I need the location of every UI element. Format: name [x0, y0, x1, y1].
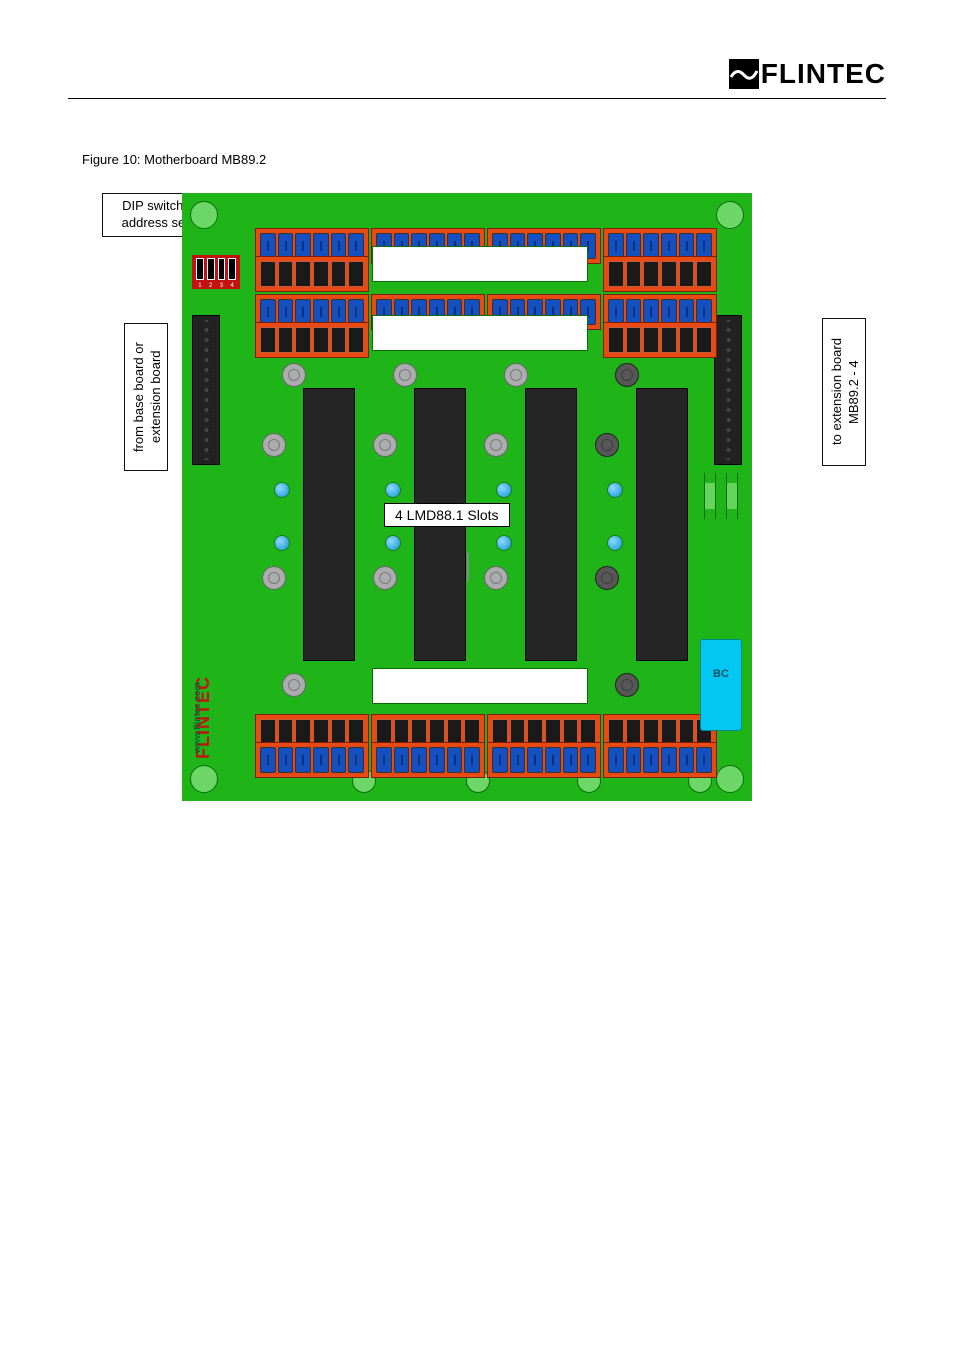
standoff	[484, 433, 508, 457]
mount-hole	[190, 765, 218, 793]
lmd-slot	[636, 388, 688, 661]
callout-from-base: from base board or extension board	[124, 323, 168, 471]
standoff	[615, 673, 639, 697]
resistor-icon	[704, 473, 716, 519]
blank-plate	[372, 315, 588, 351]
terminal-group	[255, 322, 369, 358]
mount-hole	[190, 201, 218, 229]
mount-hole	[716, 201, 744, 229]
callout-to-extension: to extension board MB89.2 - 4	[822, 318, 866, 466]
terminal-group	[255, 256, 369, 292]
dip-toggle	[196, 258, 204, 280]
terminal-group	[487, 742, 601, 778]
lmd-slot	[525, 388, 577, 661]
standoff	[282, 363, 306, 387]
brand-logo: FLINTEC	[729, 58, 886, 90]
pin-header-left	[192, 315, 220, 465]
dip-switch: 1 2 3 4	[192, 255, 240, 289]
logo-wave-icon	[729, 59, 759, 89]
status-led	[607, 535, 623, 551]
standoff	[504, 363, 528, 387]
resistor-pair	[704, 473, 738, 519]
pcb-board: 1 2 3 4	[182, 193, 752, 801]
dip-numbers: 1 2 3 4	[192, 283, 240, 289]
page-header: FLINTEC	[0, 58, 954, 90]
standoff	[393, 363, 417, 387]
dip-toggle	[207, 258, 215, 280]
terminal-group	[371, 742, 485, 778]
standoff	[595, 433, 619, 457]
standoff	[615, 363, 639, 387]
figure-caption: Figure 10: Motherboard MB89.2	[82, 152, 266, 167]
terminal-group	[603, 322, 717, 358]
lead-wire	[467, 553, 469, 581]
board-url: www.flintec.com	[192, 682, 202, 753]
terminal-group	[603, 742, 717, 778]
status-led	[607, 482, 623, 498]
terminal-row	[255, 742, 769, 768]
standoff	[373, 566, 397, 590]
standoff	[282, 673, 306, 697]
dip-toggle	[218, 258, 226, 280]
mount-hole	[716, 765, 744, 793]
status-led	[274, 482, 290, 498]
brand-text: FLINTEC	[761, 58, 886, 90]
status-led	[385, 482, 401, 498]
standoff	[373, 433, 397, 457]
header-rule	[68, 98, 886, 99]
terminal-group	[603, 256, 717, 292]
standoff	[484, 566, 508, 590]
standoff	[262, 433, 286, 457]
callout-slots: 4 LMD88.1 Slots	[384, 503, 510, 527]
terminal-group	[255, 742, 369, 778]
lmd-slot	[303, 388, 355, 661]
dip-toggle	[228, 258, 236, 280]
blank-plate	[372, 668, 588, 704]
bc-label: BC	[701, 668, 741, 680]
status-led	[496, 535, 512, 551]
terminal-row	[255, 714, 769, 740]
status-led	[496, 482, 512, 498]
status-led	[274, 535, 290, 551]
bc-capacitor: BC	[700, 639, 742, 731]
blank-plate	[372, 246, 588, 282]
standoff	[262, 566, 286, 590]
standoff	[595, 566, 619, 590]
status-led	[385, 535, 401, 551]
resistor-icon	[726, 473, 738, 519]
